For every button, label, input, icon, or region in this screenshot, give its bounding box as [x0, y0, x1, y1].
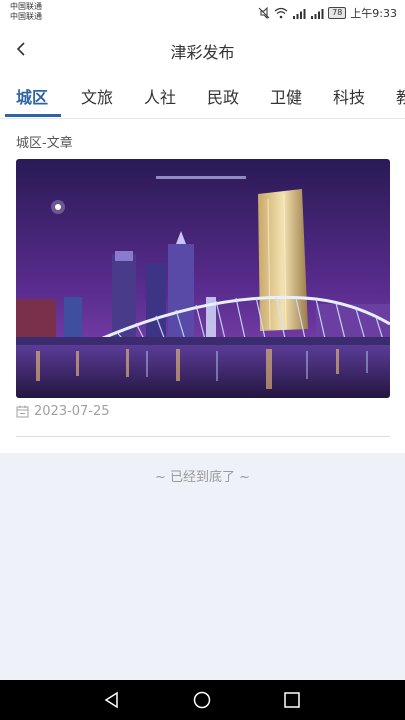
- end-of-list-text: ~ 已经到底了 ~: [154, 470, 251, 485]
- carrier-info: 中国联通 中国联通: [10, 2, 42, 22]
- active-tab-indicator: [5, 114, 61, 117]
- battery-indicator: 78: [328, 7, 347, 19]
- carrier-1: 中国联通: [10, 2, 42, 11]
- page-title: 津彩发布: [170, 43, 235, 62]
- tab-renshe[interactable]: 人社: [144, 84, 176, 108]
- tab-jiao[interactable]: 教: [396, 84, 405, 108]
- android-recents-icon[interactable]: [282, 690, 302, 710]
- calendar-icon: [16, 405, 29, 418]
- carrier-2: 中国联通: [10, 12, 42, 21]
- category-tabs: 城区 文旅 人社 民政 卫健 科技 教: [0, 72, 405, 119]
- tab-minzheng[interactable]: 民政: [207, 84, 239, 108]
- tab-chengqu[interactable]: 城区: [16, 84, 48, 108]
- article-list: 城区-文章 2023-07-25: [0, 119, 405, 453]
- signal-icon-2: [311, 8, 324, 19]
- night-city-bridge-image: [16, 159, 390, 398]
- article-date-row: 2023-07-25: [16, 404, 110, 419]
- wifi-icon: [274, 7, 288, 19]
- signal-icon: [293, 8, 306, 19]
- section-label: 城区-文章: [16, 136, 73, 151]
- status-bar: 中国联通 中国联通 78 上午9:33: [0, 0, 405, 26]
- article-date: 2023-07-25: [34, 404, 110, 419]
- mute-icon: [258, 7, 270, 19]
- android-home-icon[interactable]: [192, 690, 212, 710]
- clock: 上午9:33: [350, 7, 397, 20]
- tab-wenlv[interactable]: 文旅: [81, 84, 113, 108]
- system-navigation-bar: [0, 680, 405, 720]
- tab-keji[interactable]: 科技: [333, 84, 365, 108]
- status-icons: 78 上午9:33: [258, 5, 397, 21]
- article-cover-image[interactable]: [16, 159, 390, 398]
- android-back-icon[interactable]: [102, 690, 122, 710]
- header: 津彩发布: [0, 26, 405, 72]
- divider: [16, 436, 390, 437]
- tab-weijian[interactable]: 卫健: [270, 84, 302, 108]
